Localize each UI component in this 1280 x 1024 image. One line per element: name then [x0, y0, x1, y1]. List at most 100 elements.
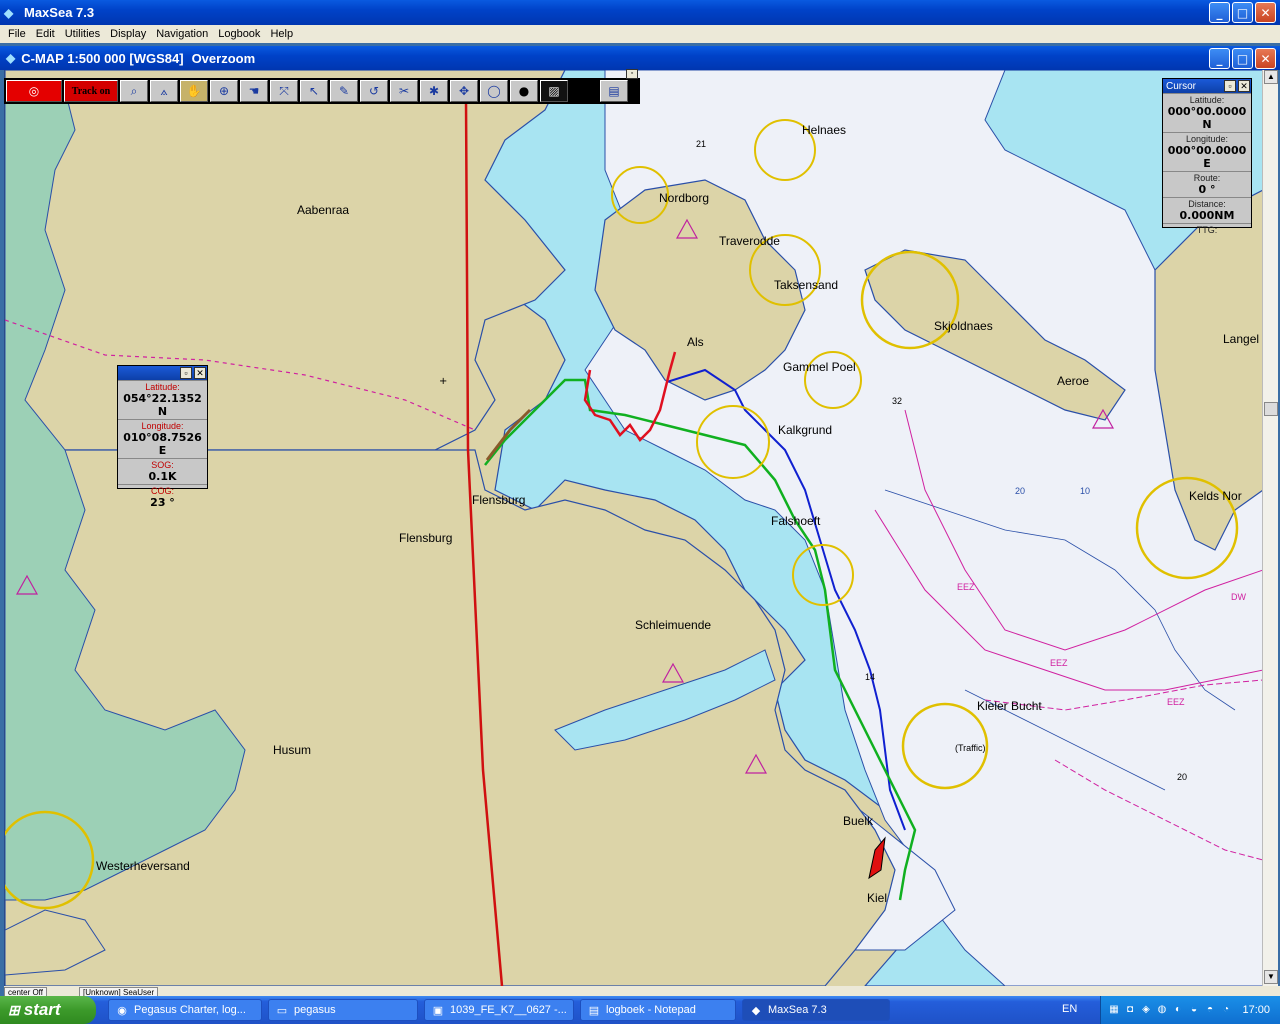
cursor-distance: Distance: 0.000NM — [1163, 197, 1251, 223]
task-image[interactable]: ▣ 1039_FE_K7__0627 -... — [424, 999, 574, 1021]
boat-panel-header: ▫ ✕ — [118, 366, 207, 380]
field-value: 23 ° — [150, 496, 175, 509]
task-notepad[interactable]: ▤ logboek - Notepad — [580, 999, 736, 1021]
scroll-thumb[interactable] — [1264, 402, 1278, 416]
cursor-route: Route: 0 ° — [1163, 171, 1251, 197]
label-falshoeft: Falshoeft — [771, 514, 821, 528]
task-maxsea[interactable]: ◆ MaxSea 7.3 — [742, 999, 890, 1021]
tray-app-icon[interactable]: ◘ — [1123, 1003, 1137, 1017]
menu-help[interactable]: Help — [265, 28, 298, 40]
stop-track-button[interactable]: ◎ — [6, 80, 62, 102]
task-pegasus-folder[interactable]: ▭ pegasus — [268, 999, 418, 1021]
menu-display[interactable]: Display — [105, 28, 151, 40]
menu-navigation[interactable]: Navigation — [151, 28, 213, 40]
close-button[interactable]: ✕ — [1255, 2, 1276, 23]
scissors-icon[interactable]: ✂ — [390, 80, 418, 102]
cursor-panel-header: Cursor ▫ ✕ — [1163, 79, 1251, 93]
toolbar-restore-button[interactable]: ▫ — [626, 69, 638, 79]
label-als: Als — [687, 335, 704, 349]
move-icon[interactable]: ✥ — [450, 80, 478, 102]
menu-utilities[interactable]: Utilities — [60, 28, 105, 40]
network-icon[interactable]: ▦ — [1107, 1003, 1121, 1017]
firefox-icon[interactable]: ◔ — [1219, 1003, 1233, 1017]
field-label: COG: — [150, 486, 174, 496]
boat-panel-close-icon[interactable]: ✕ — [194, 367, 206, 379]
chart-window-mode: Overzoom — [191, 50, 256, 66]
clock: 17:00 — [1242, 1004, 1270, 1016]
layers-icon[interactable]: ▤ — [600, 80, 628, 102]
chart-canvas[interactable]: + Aabenraa Helnaes Nordborg Traverodde T… — [5, 70, 1262, 986]
label-buelk: Buelk — [843, 814, 874, 828]
mark-icon[interactable]: ✱ — [420, 80, 448, 102]
label-traffic: (Traffic) — [955, 743, 986, 753]
chart-window-title: C-MAP 1:500 000 [WGS84] — [21, 50, 184, 66]
start-button[interactable]: ⊞ start — [0, 996, 96, 1024]
zoom-icon[interactable]: ⌕ — [120, 80, 148, 102]
label-schleimuende: Schleimuende — [635, 618, 711, 632]
bluetooth-icon[interactable]: ◐ — [1171, 1003, 1185, 1017]
toolbar-spacer — [570, 80, 598, 102]
update-icon[interactable]: ◒ — [1187, 1003, 1201, 1017]
menu-logbook[interactable]: Logbook — [213, 28, 265, 40]
label-gammel-poel: Gammel Poel — [783, 360, 856, 374]
cursor-ttg: TTG: — [1163, 223, 1251, 236]
task-label: logboek - Notepad — [606, 1004, 696, 1016]
task-label: MaxSea 7.3 — [768, 1004, 827, 1016]
field-value: 0.000NM — [1179, 209, 1235, 222]
dot-icon[interactable]: ● — [510, 80, 538, 102]
chrome-icon: ◉ — [117, 1004, 127, 1017]
center-icon[interactable]: ⊕ — [210, 80, 238, 102]
label-skjoldnaes: Skjoldnaes — [934, 319, 993, 333]
label-kelds-nor: Kelds Nor — [1189, 489, 1242, 503]
depth-contour-20: 20 — [1015, 486, 1025, 496]
chart-minimize-button[interactable]: _ — [1209, 48, 1230, 69]
scale-icon[interactable]: ⤧ — [270, 80, 298, 102]
boat-longitude: Longitude: 010°08.7526 E — [118, 419, 207, 458]
depth-contour-10: 10 — [1080, 486, 1090, 496]
pattern-icon[interactable]: ▨ — [540, 80, 568, 102]
cursor-panel-restore-icon[interactable]: ▫ — [1224, 80, 1236, 92]
cursor-latitude: Latitude: 000°00.0000 N — [1163, 93, 1251, 132]
maximize-button[interactable]: □ — [1232, 2, 1253, 23]
nautical-chart[interactable]: + Aabenraa Helnaes Nordborg Traverodde T… — [4, 70, 1262, 986]
pencil-icon[interactable]: ✎ — [330, 80, 358, 102]
label-kieler-bucht: Kieler Bucht — [977, 699, 1042, 713]
cursor-panel-title: Cursor — [1166, 80, 1197, 92]
scroll-down-arrow[interactable]: ▼ — [1264, 970, 1278, 984]
pan-hand-icon[interactable]: ✋ — [180, 80, 208, 102]
maxsea-icon: ◆ — [4, 5, 14, 20]
label-aabenraa: Aabenraa — [297, 203, 349, 217]
label-husum: Husum — [273, 743, 311, 757]
chart-close-button[interactable]: ✕ — [1255, 48, 1276, 69]
vertical-scrollbar[interactable]: ▲ ▼ — [1262, 70, 1278, 986]
chart-maximize-button[interactable]: □ — [1232, 48, 1253, 69]
compass-icon[interactable]: ⟑ — [150, 80, 178, 102]
field-value: 054°22.1352 N — [123, 392, 202, 418]
route-icon[interactable]: ↺ — [360, 80, 388, 102]
minimize-button[interactable]: _ — [1209, 2, 1230, 23]
track-on-button[interactable]: Track on — [64, 80, 118, 102]
circle-icon[interactable]: ◯ — [480, 80, 508, 102]
field-value: 010°08.7526 E — [123, 431, 202, 457]
volume-icon[interactable]: ◍ — [1155, 1003, 1169, 1017]
folder-icon: ▭ — [276, 1004, 288, 1017]
scroll-up-arrow[interactable]: ▲ — [1264, 70, 1278, 84]
label-flensburg: Flensburg — [472, 493, 525, 507]
label-traverodde: Traverodde — [719, 234, 780, 248]
system-tray: ▦ ◘ ◈ ◍ ◐ ◒ ◓ ◔ 17:00 — [1100, 996, 1280, 1024]
security-icon[interactable]: ◈ — [1139, 1003, 1153, 1017]
sync-icon[interactable]: ◓ — [1203, 1003, 1217, 1017]
field-label: Latitude: — [145, 382, 180, 392]
boat-panel-restore-icon[interactable]: ▫ — [180, 367, 192, 379]
depth-21: 21 — [696, 139, 706, 149]
boat-cog: COG: 23 ° — [118, 484, 207, 510]
task-pegasus-charter[interactable]: ◉ Pegasus Charter, log... — [108, 999, 262, 1021]
boat-position-panel: ▫ ✕ Latitude: 054°22.1352 N Longitude: 0… — [117, 365, 208, 509]
grab-icon[interactable]: ☚ — [240, 80, 268, 102]
menu-edit[interactable]: Edit — [31, 28, 60, 40]
menu-file[interactable]: File — [3, 28, 31, 40]
pointer-icon[interactable]: ↖ — [300, 80, 328, 102]
cursor-panel-close-icon[interactable]: ✕ — [1238, 80, 1250, 92]
language-indicator[interactable]: EN — [1062, 1003, 1077, 1015]
depth-20: 20 — [1177, 772, 1187, 782]
